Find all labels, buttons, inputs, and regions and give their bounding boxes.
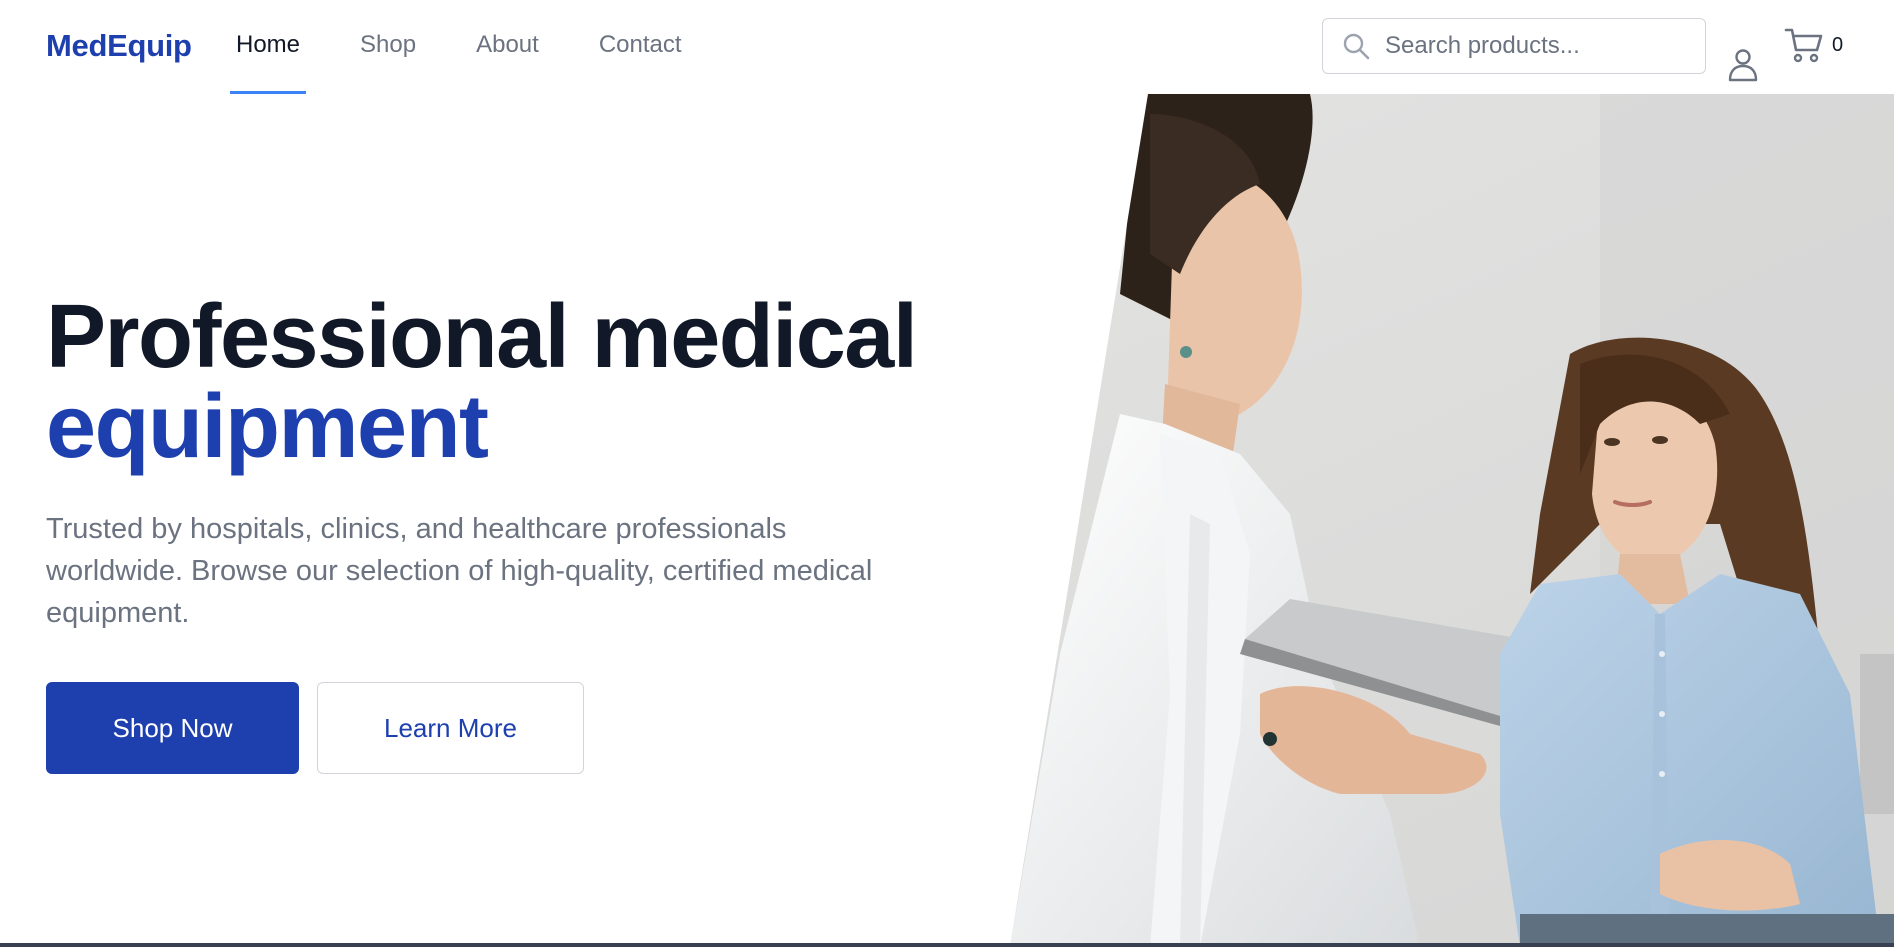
search-box [1322,18,1706,74]
user-icon[interactable] [1726,46,1760,82]
nav-link-contact[interactable]: Contact [593,0,688,94]
cart-icon[interactable] [1784,26,1824,64]
learn-more-button[interactable]: Learn More [317,682,584,774]
cart-count-badge: 0 [1832,34,1844,56]
nav-link-about[interactable]: About [470,0,545,94]
search-input[interactable] [1385,32,1685,60]
page-bottom-edge [0,943,1894,947]
site-header: MedEquip Home Shop About Contact 0 [0,0,1894,94]
hero-headline: Professional medical equipment [46,287,918,477]
nav-link-home[interactable]: Home [230,0,307,94]
nav-link-shop[interactable]: Shop [354,0,422,94]
hero-headline-line2: equipment [46,377,489,477]
search-icon [1343,33,1370,60]
hero-headline-line1: Professional medical [46,287,918,387]
brand-logo[interactable]: MedEquip [46,28,192,64]
shop-now-button[interactable]: Shop Now [46,682,299,774]
hero-subtext: Trusted by hospitals, clinics, and healt… [46,513,873,629]
main-nav: Home Shop About Contact [230,0,736,94]
